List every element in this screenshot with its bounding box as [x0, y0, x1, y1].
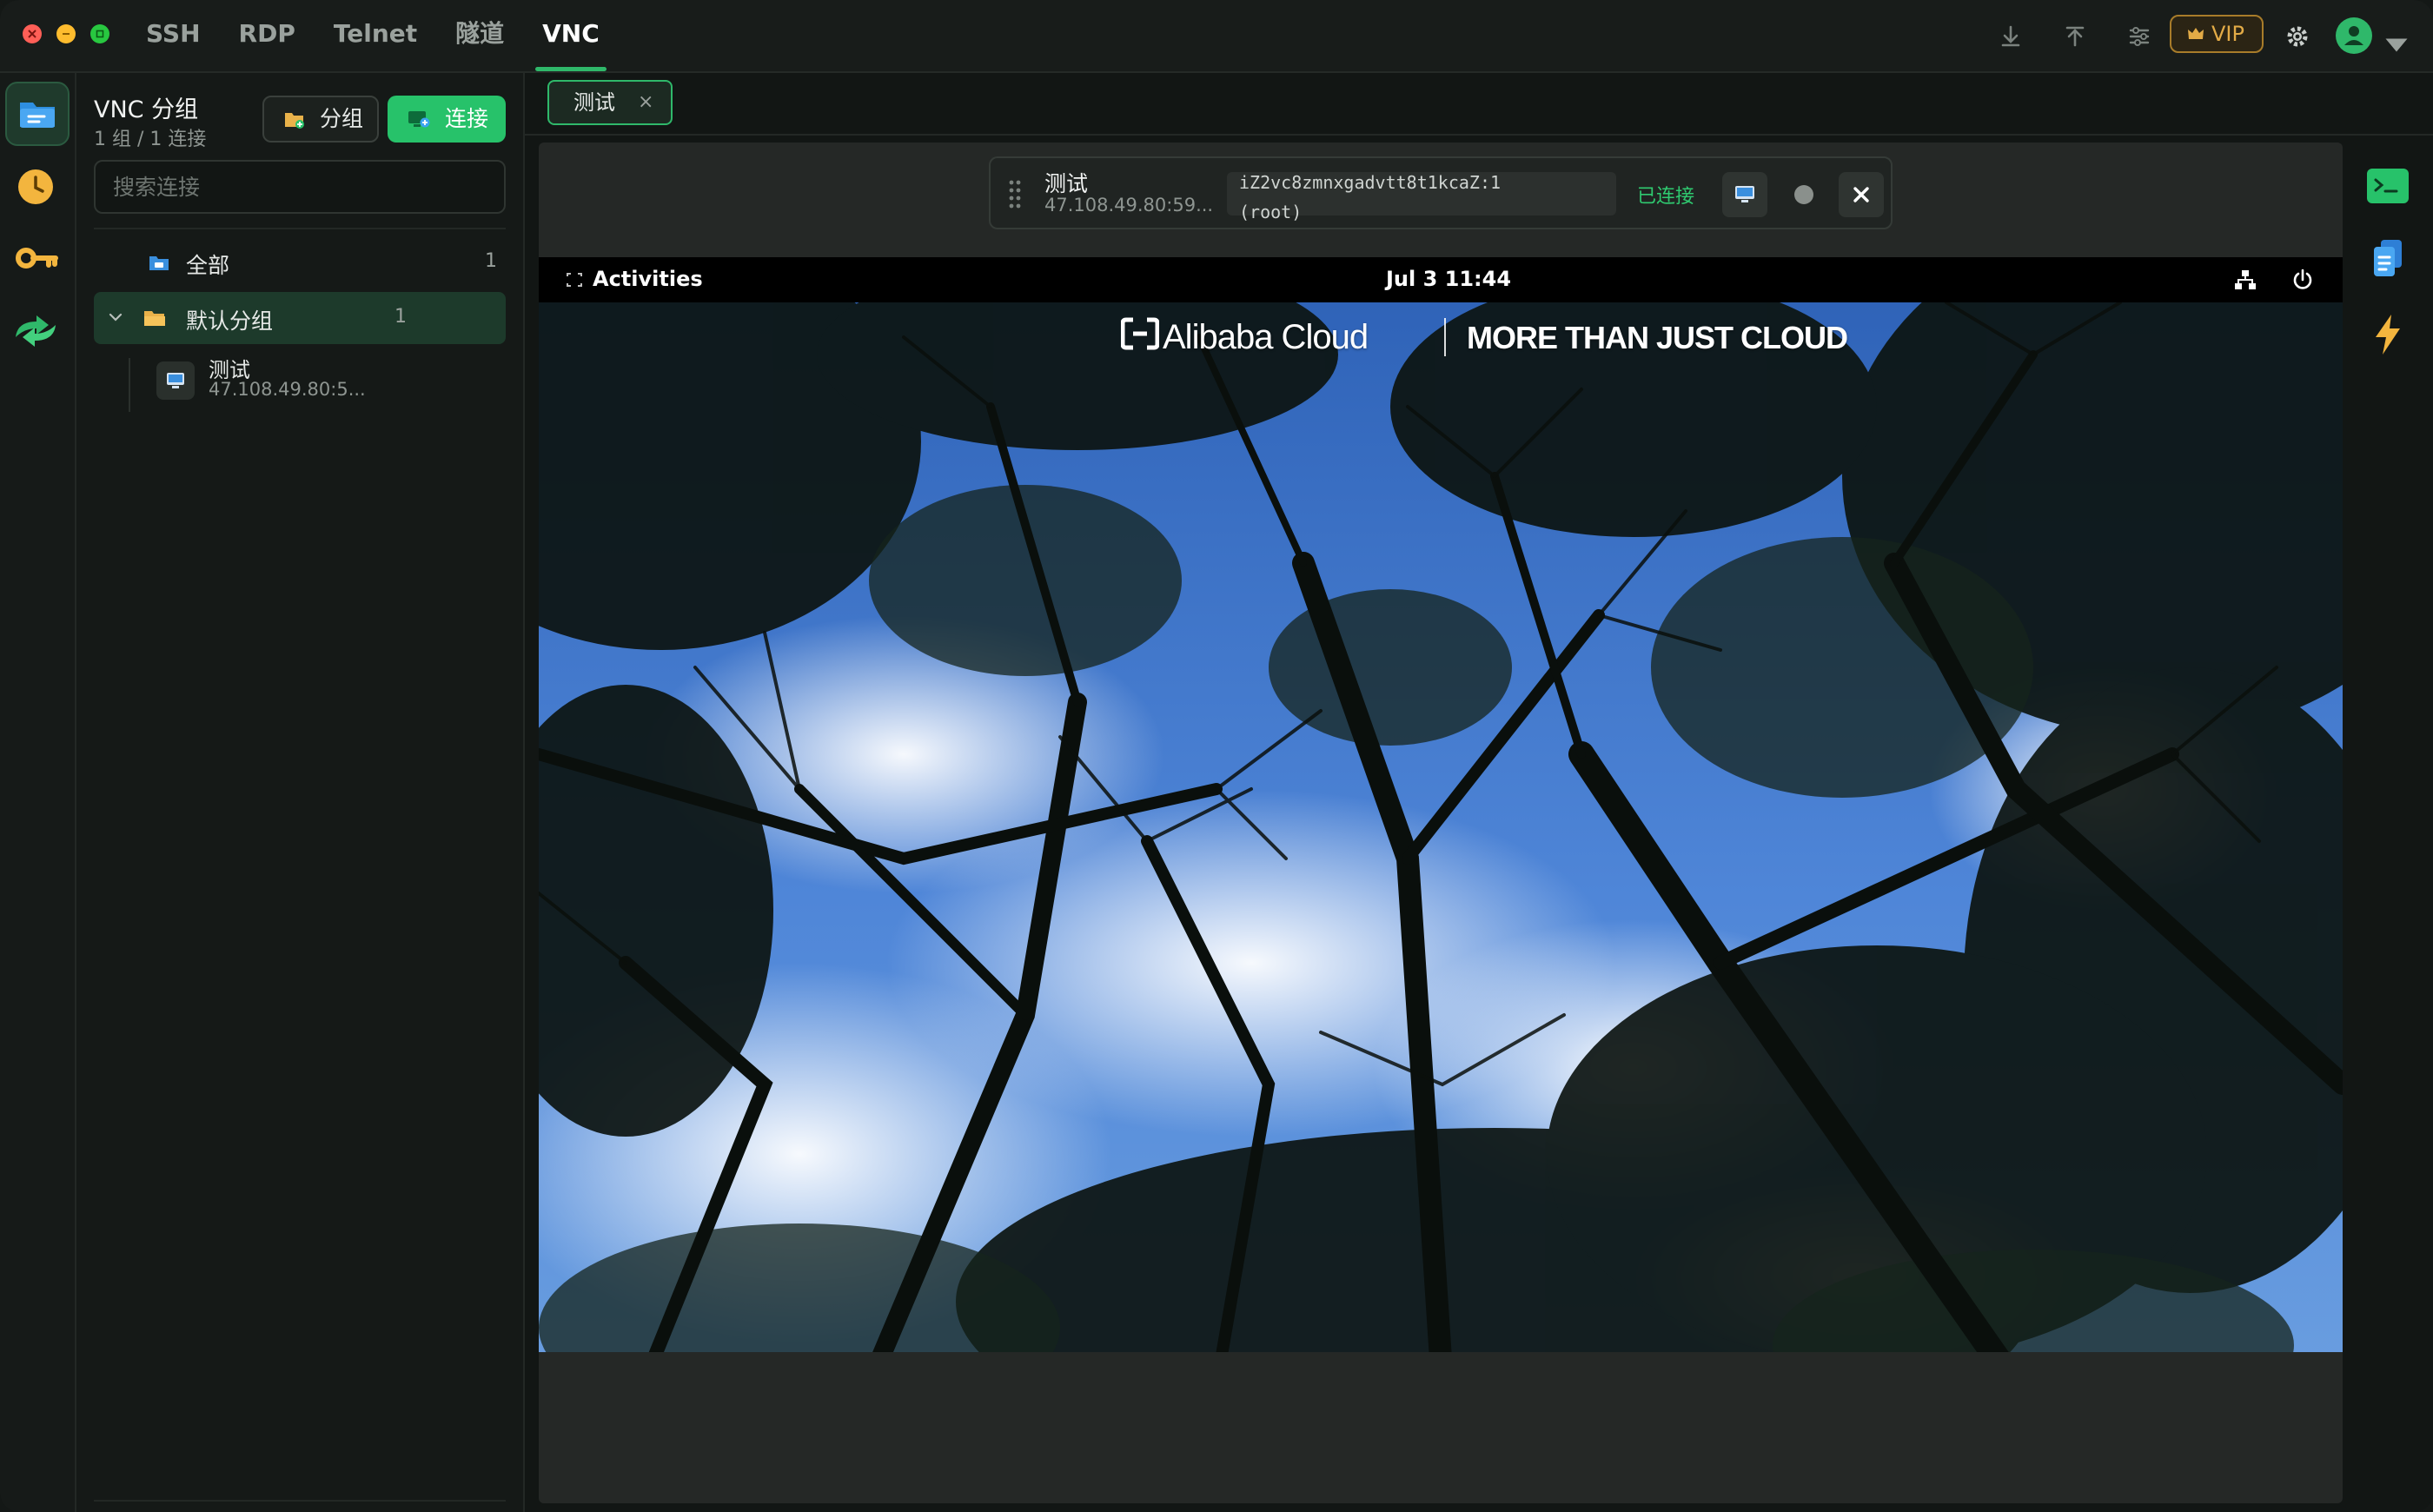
rail-item-sync[interactable] [5, 301, 70, 365]
divider [94, 1500, 506, 1502]
remote-slogan-text: MORE THAN JUST CLOUD [1467, 320, 1848, 355]
divider [1444, 318, 1446, 356]
maximize-window-button[interactable] [90, 24, 109, 43]
tree-item-all[interactable]: 全部 1 [94, 236, 506, 288]
chevron-down-icon[interactable] [2379, 28, 2414, 63]
new-connection-label: 连接 [445, 106, 489, 131]
close-icon [28, 30, 36, 38]
tree-item-default-group-label: 默认分组 [186, 308, 274, 334]
rail-item-connections[interactable] [5, 82, 70, 146]
tree-item-default-group[interactable]: 默认分组 1 [94, 292, 506, 344]
chevron-down-icon[interactable] [108, 311, 123, 323]
vip-button[interactable]: VIP [2170, 15, 2264, 53]
session-tabs: 测试 × [525, 73, 2433, 136]
rail-item-history[interactable] [5, 156, 70, 221]
upload-icon[interactable] [2058, 19, 2092, 54]
minimize-icon [63, 33, 70, 35]
record-button[interactable] [1781, 172, 1826, 217]
tab-tunnel[interactable]: 隧道 [436, 0, 523, 71]
status-badge: 已连接 [1637, 186, 1695, 208]
tree-item-all-label: 全部 [186, 253, 230, 278]
session-toolbar: 测试 47.108.49.80:59... iZ2vc8zmnxgadvtt8t… [989, 156, 1893, 229]
files-icon[interactable] [2370, 238, 2405, 282]
remote-brand-text: Alibaba Cloud [1163, 318, 1369, 356]
avatar[interactable] [2336, 17, 2372, 54]
tab-telnet[interactable]: Telnet [315, 0, 436, 71]
tree-guide-line [129, 358, 130, 412]
tab-session-test[interactable]: 测试 × [547, 80, 673, 125]
add-group-button[interactable]: 分组 [262, 96, 379, 143]
folder-open-icon [144, 311, 165, 326]
close-window-button[interactable] [23, 24, 42, 43]
main-area: 测试 × 测试 47.108.49.80:59... iZ2vc8zmnxgad… [525, 73, 2433, 1512]
connections-panel: VNC 分组 1 组 / 1 连接 分组 连接 搜索连接 全部 1 默认分组 1… [76, 73, 525, 1512]
session-host: iZ2vc8zmnxgadvtt8t1kcaZ:1 (root) [1227, 172, 1616, 222]
tab-rdp[interactable]: RDP [220, 0, 315, 71]
download-icon[interactable] [1993, 19, 2028, 54]
panel-subtitle: 1 组 / 1 连接 [94, 129, 207, 150]
network-icon[interactable] [2233, 268, 2257, 292]
tab-ssh[interactable]: SSH [127, 0, 220, 71]
session-address: 47.108.49.80:59... [1044, 195, 1214, 216]
session-host-name: iZ2vc8zmnxgadvtt8t1kcaZ:1 [1239, 172, 1502, 193]
power-icon[interactable] [2290, 268, 2315, 292]
monitor-plus-icon [408, 111, 430, 128]
sliders-icon[interactable] [2122, 19, 2157, 54]
vnc-viewer: 测试 47.108.49.80:59... iZ2vc8zmnxgadvtt8t… [539, 143, 2343, 1503]
record-icon [1794, 185, 1813, 204]
tab-vnc[interactable]: VNC [523, 0, 619, 71]
activities-button[interactable]: Activities [593, 267, 703, 291]
crown-icon [2188, 28, 2204, 39]
tree-item-all-count: 1 [485, 250, 497, 272]
folder-icon [149, 256, 169, 270]
close-icon [1853, 187, 1869, 202]
remote-desktop[interactable]: Activities Jul 3 11:44 Alibaba Cloud MOR… [539, 257, 2343, 1352]
session-name: 测试 [1044, 171, 1089, 196]
lightning-icon[interactable] [2372, 313, 2403, 356]
clock-icon [18, 169, 53, 204]
folder-icon [20, 103, 55, 128]
terminal-icon[interactable] [2365, 167, 2410, 207]
new-connection-button[interactable]: 连接 [388, 96, 506, 143]
panel-title: VNC 分组 [94, 96, 199, 123]
minimize-window-button[interactable] [56, 24, 76, 43]
connection-avatar [156, 361, 195, 400]
vip-label: VIP [2211, 22, 2244, 46]
session-host-user: (root) [1239, 202, 1303, 222]
fullscreen-icon [96, 30, 104, 38]
icon-rail [0, 73, 76, 1512]
alibaba-cloud-logo [1121, 317, 1159, 350]
app-window: SSH RDP Telnet 隧道 VNC VIP VNC 分组 1 组 / 1… [0, 0, 2433, 1512]
rail-item-keys[interactable] [5, 228, 70, 292]
right-tool-rail [2343, 143, 2433, 1503]
activities-icon [567, 273, 582, 287]
user-icon [2344, 26, 2363, 45]
remote-top-bar: Activities Jul 3 11:44 [539, 257, 2343, 302]
tree-item-default-group-count: 1 [394, 306, 407, 328]
settings-icon[interactable] [2280, 19, 2315, 54]
drag-handle-icon[interactable] [1006, 177, 1024, 212]
disconnect-button[interactable] [1839, 172, 1884, 217]
key-icon [16, 248, 58, 269]
monitor-icon [167, 373, 184, 388]
session-tab-label: 测试 [573, 90, 615, 115]
sync-icon [16, 315, 56, 347]
folder-plus-icon [285, 113, 304, 129]
add-group-label: 分组 [320, 106, 364, 131]
screen-mode-button[interactable] [1722, 172, 1767, 217]
title-bar: SSH RDP Telnet 隧道 VNC VIP [0, 0, 2433, 73]
search-input[interactable] [94, 160, 506, 214]
connection-address: 47.108.49.80:5... [209, 379, 366, 400]
close-tab-button[interactable]: × [638, 82, 653, 123]
remote-clock[interactable]: Jul 3 11:44 [1386, 267, 1511, 291]
divider [94, 228, 506, 229]
monitor-icon [1735, 186, 1754, 202]
protocol-tabs: SSH RDP Telnet 隧道 VNC [127, 0, 619, 71]
wallpaper-image [539, 302, 2343, 1352]
